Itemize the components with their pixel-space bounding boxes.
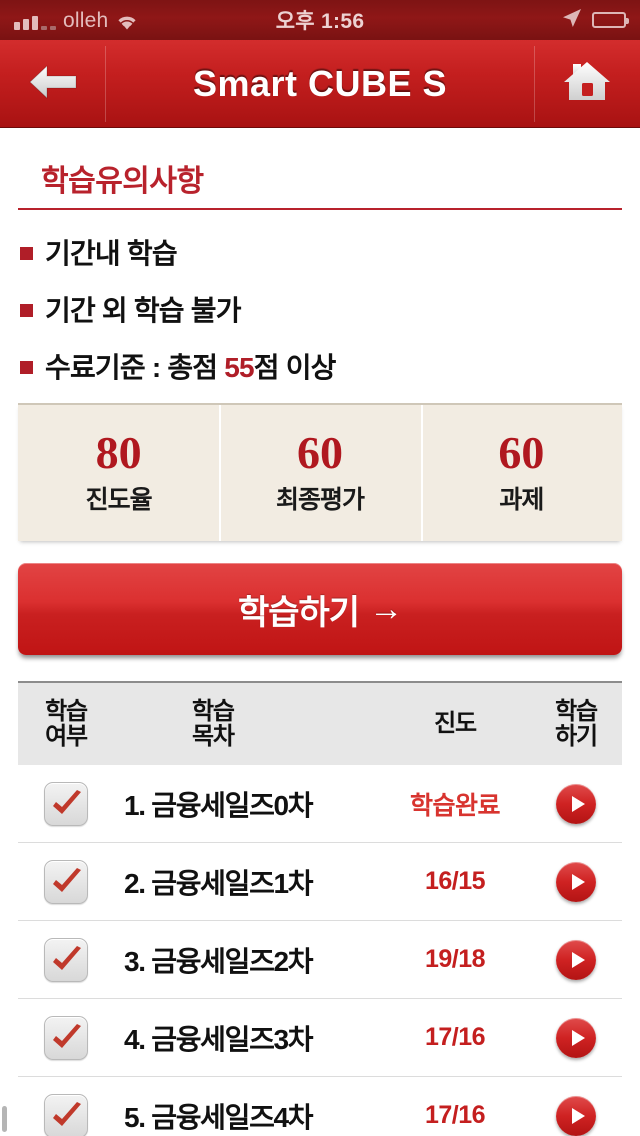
- row-progress: 학습완료: [409, 791, 501, 820]
- home-button[interactable]: [534, 40, 640, 128]
- row-progress: 17/16: [424, 1023, 486, 1051]
- column-header-status: 학습 여부: [18, 697, 114, 750]
- row-status-cell[interactable]: [18, 1093, 114, 1136]
- column-header-title-line2: 목차: [192, 723, 235, 750]
- column-header-progress: 진도: [434, 710, 477, 738]
- table-row[interactable]: 2. 금융세일즈1차 16/15: [18, 843, 622, 921]
- play-icon[interactable]: [556, 861, 596, 902]
- heading-divider: [18, 208, 622, 210]
- column-header-action-line2: 하기: [555, 723, 598, 750]
- table-row[interactable]: 4. 금융세일즈3차 17/16: [18, 999, 622, 1077]
- back-button[interactable]: [0, 40, 106, 128]
- arrow-right-icon: →: [369, 590, 403, 628]
- notice-item-label: 수료기준 : 총점 55점 이상: [45, 346, 336, 386]
- checkbox-checked-icon[interactable]: [44, 781, 88, 826]
- column-header-title: 학습 목차: [114, 697, 380, 750]
- bullet-icon: [20, 360, 33, 374]
- notice-item: 기간내 학습: [20, 232, 620, 272]
- bullet-icon: [20, 246, 33, 260]
- table-row[interactable]: 1. 금융세일즈0차 학습완료: [18, 765, 622, 843]
- notice-item-prefix: 수료기준 : 총점: [45, 352, 225, 383]
- column-header-action-line1: 학습: [555, 697, 598, 725]
- status-bar: olleh 오후 1:56: [0, 0, 640, 40]
- row-progress: 19/18: [424, 945, 486, 973]
- row-play-cell[interactable]: [530, 1095, 622, 1136]
- status-bar-right: [561, 7, 629, 34]
- play-icon[interactable]: [556, 783, 596, 824]
- notice-item-highlight: 55: [224, 352, 254, 383]
- stat-value: 60: [296, 427, 343, 478]
- row-title: 3. 금융세일즈2차: [124, 945, 314, 977]
- row-status-cell[interactable]: [18, 1015, 114, 1060]
- stat-card-final-exam: 60 최종평가: [219, 405, 420, 541]
- row-status-cell[interactable]: [18, 781, 114, 826]
- navigation-bar: Smart CUBE S: [0, 40, 640, 128]
- column-header-status-line2: 여부: [45, 723, 88, 750]
- stat-label: 최종평가: [275, 486, 365, 514]
- notice-heading-label: 학습유의사항: [41, 165, 204, 198]
- scrollbar[interactable]: [2, 1106, 7, 1132]
- start-study-button[interactable]: 학습하기 →: [18, 563, 622, 655]
- column-header-action: 학습 하기: [530, 697, 622, 750]
- column-header-status-line1: 학습: [45, 697, 88, 725]
- row-title: 5. 금융세일즈4차: [124, 1101, 314, 1133]
- cta-container: 학습하기 →: [18, 563, 622, 655]
- content-area: 학습유의사항 기간내 학습 기간 외 학습 불가 수료기준 : 총점 55점 이…: [0, 156, 640, 1136]
- row-title: 4. 금융세일즈3차: [124, 1023, 314, 1055]
- battery-icon: [592, 12, 629, 28]
- notice-item: 기간 외 학습 불가: [20, 289, 620, 329]
- stat-label: 과제: [499, 486, 544, 514]
- stat-card-progress: 80 진도율: [18, 405, 219, 541]
- row-play-cell[interactable]: [530, 1017, 622, 1058]
- square-bullet-icon: [18, 165, 31, 191]
- lesson-table: 학습 여부 학습 목차 진도 학습 하기 1. 금융세일즈0차 학습완료 2. …: [18, 681, 622, 1136]
- bullet-icon: [20, 303, 33, 317]
- status-bar-clock: 오후 1:56: [275, 10, 365, 33]
- notice-list: 기간내 학습 기간 외 학습 불가 수료기준 : 총점 55점 이상: [20, 232, 620, 386]
- notice-item-label: 기간 외 학습 불가: [45, 295, 241, 326]
- row-play-cell[interactable]: [530, 939, 622, 980]
- row-play-cell[interactable]: [530, 783, 622, 824]
- stat-label: 진도율: [85, 486, 153, 514]
- location-arrow-icon: [561, 7, 583, 34]
- stat-value: 60: [498, 427, 545, 478]
- notice-item: 수료기준 : 총점 55점 이상: [20, 346, 620, 386]
- checkbox-checked-icon[interactable]: [44, 1015, 88, 1060]
- row-progress: 16/15: [424, 867, 486, 895]
- table-row[interactable]: 5. 금융세일즈4차 17/16: [18, 1077, 622, 1136]
- notice-item-suffix: 점 이상: [253, 352, 337, 383]
- notice-item-label: 기간내 학습: [45, 238, 178, 269]
- row-play-cell[interactable]: [530, 861, 622, 902]
- checkbox-checked-icon[interactable]: [44, 859, 88, 904]
- checkbox-checked-icon[interactable]: [44, 1093, 88, 1136]
- stat-value: 80: [95, 427, 142, 478]
- row-status-cell[interactable]: [18, 937, 114, 982]
- row-status-cell[interactable]: [18, 859, 114, 904]
- app-screen: olleh 오후 1:56 Smart CUBE S 학습유의사항 기간내 학습…: [0, 0, 640, 1136]
- row-title: 1. 금융세일즈0차: [124, 789, 314, 821]
- back-arrow-icon: [25, 60, 81, 109]
- notice-heading: 학습유의사항: [18, 156, 622, 200]
- play-icon[interactable]: [556, 1095, 596, 1136]
- start-study-label: 학습하기: [237, 593, 360, 632]
- row-progress: 17/16: [424, 1101, 486, 1129]
- stats-panel: 80 진도율 60 최종평가 60 과제: [18, 403, 622, 541]
- home-icon: [561, 58, 613, 111]
- stat-card-assignment: 60 과제: [420, 405, 622, 541]
- play-icon[interactable]: [556, 939, 596, 980]
- table-header-row: 학습 여부 학습 목차 진도 학습 하기: [18, 681, 622, 765]
- table-row[interactable]: 3. 금융세일즈2차 19/18: [18, 921, 622, 999]
- play-icon[interactable]: [556, 1017, 596, 1058]
- page-title: Smart CUBE S: [192, 63, 448, 104]
- checkbox-checked-icon[interactable]: [44, 937, 88, 982]
- column-header-title-line1: 학습: [192, 697, 235, 725]
- row-title: 2. 금융세일즈1차: [124, 867, 314, 899]
